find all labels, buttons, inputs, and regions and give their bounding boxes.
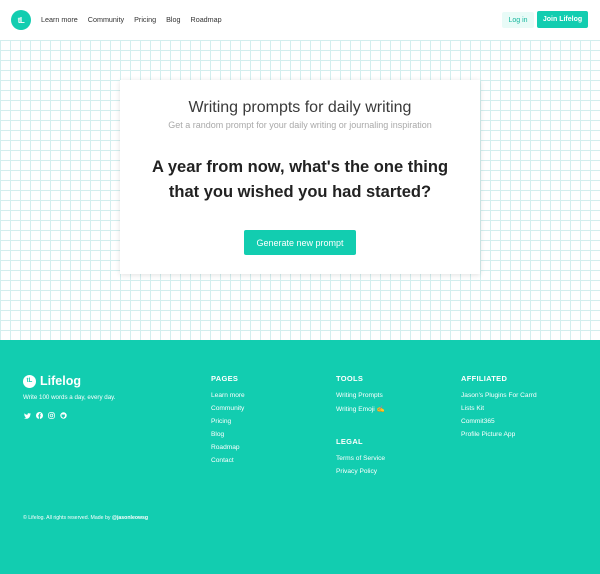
- footer-col-title: AFFILIATED: [461, 374, 508, 383]
- footer-link-terms[interactable]: Terms of Service: [336, 455, 385, 462]
- nav-community[interactable]: Community: [88, 15, 124, 24]
- nav-learn-more[interactable]: Learn more: [41, 15, 78, 24]
- prompt-line-1: A year from now, what's the one thing: [151, 158, 449, 176]
- social-links: [24, 412, 67, 419]
- footer-link-lists-kit[interactable]: Lists Kit: [461, 405, 537, 412]
- footer-brand-name: Lifelog: [40, 374, 81, 388]
- github-icon[interactable]: [60, 412, 67, 419]
- nav-pricing[interactable]: Pricing: [134, 15, 156, 24]
- prompt-card: Writing prompts for daily writing Get a …: [120, 80, 480, 274]
- instagram-icon[interactable]: [48, 412, 55, 419]
- join-button[interactable]: Join Lifelog: [537, 11, 588, 28]
- nav-blog[interactable]: Blog: [166, 15, 180, 24]
- footer-col-title: TOOLS: [336, 374, 364, 383]
- footer-col-title: LEGAL: [336, 437, 363, 446]
- top-nav: tL Learn more Community Pricing Blog Roa…: [0, 0, 600, 40]
- footer-col-affiliated: AFFILIATED Jason's Plugins For Carrd Lis…: [461, 374, 537, 444]
- copyright: © Lifelog. All rights reserved. Made by …: [23, 515, 148, 521]
- footer-link-profile-picture-app[interactable]: Profile Picture App: [461, 431, 537, 438]
- page-subtitle: Get a random prompt for your daily writi…: [168, 120, 432, 130]
- generate-prompt-button[interactable]: Generate new prompt: [244, 230, 356, 255]
- footer-link-community[interactable]: Community: [211, 405, 245, 412]
- facebook-icon[interactable]: [36, 412, 43, 419]
- footer-link-blog[interactable]: Blog: [211, 431, 245, 438]
- footer-logo-icon: tL: [23, 374, 36, 388]
- footer-link-contact[interactable]: Contact: [211, 457, 245, 464]
- copyright-text: © Lifelog. All rights reserved. Made by: [23, 515, 111, 521]
- lifelog-logo[interactable]: tL: [11, 10, 31, 30]
- footer-link-learn-more[interactable]: Learn more: [211, 392, 245, 399]
- twitter-icon[interactable]: [24, 412, 31, 419]
- footer-tagline: Write 100 words a day, every day.: [23, 394, 116, 401]
- page-title: Writing prompts for daily writing: [188, 99, 412, 116]
- footer-link-roadmap[interactable]: Roadmap: [211, 444, 245, 451]
- footer-link-carrd-plugins[interactable]: Jason's Plugins For Carrd: [461, 392, 537, 399]
- footer-brand[interactable]: tL Lifelog: [23, 374, 81, 388]
- footer-col-legal: LEGAL Terms of Service Privacy Policy: [336, 437, 385, 481]
- footer-link-writing-prompts[interactable]: Writing Prompts: [336, 392, 385, 399]
- nav-links: Learn more Community Pricing Blog Roadma…: [41, 15, 222, 24]
- footer-col-tools: TOOLS Writing Prompts Writing Emoji ✍️: [336, 374, 385, 419]
- footer: tL Lifelog Write 100 words a day, every …: [0, 340, 600, 574]
- footer-link-pricing[interactable]: Pricing: [211, 418, 245, 425]
- footer-col-pages: PAGES Learn more Community Pricing Blog …: [211, 374, 245, 470]
- writing-prompt: A year from now, what's the one thing th…: [140, 155, 460, 205]
- prompt-line-2: that you wished you had started?: [168, 183, 432, 201]
- nav-roadmap[interactable]: Roadmap: [191, 15, 222, 24]
- login-button[interactable]: Log in: [502, 12, 534, 28]
- author-link[interactable]: @jasonleowsg: [112, 515, 148, 521]
- footer-link-writing-emoji[interactable]: Writing Emoji ✍️: [336, 405, 385, 413]
- footer-link-privacy[interactable]: Privacy Policy: [336, 468, 385, 475]
- footer-col-title: PAGES: [211, 374, 239, 383]
- footer-link-commit365[interactable]: Commit365: [461, 418, 537, 425]
